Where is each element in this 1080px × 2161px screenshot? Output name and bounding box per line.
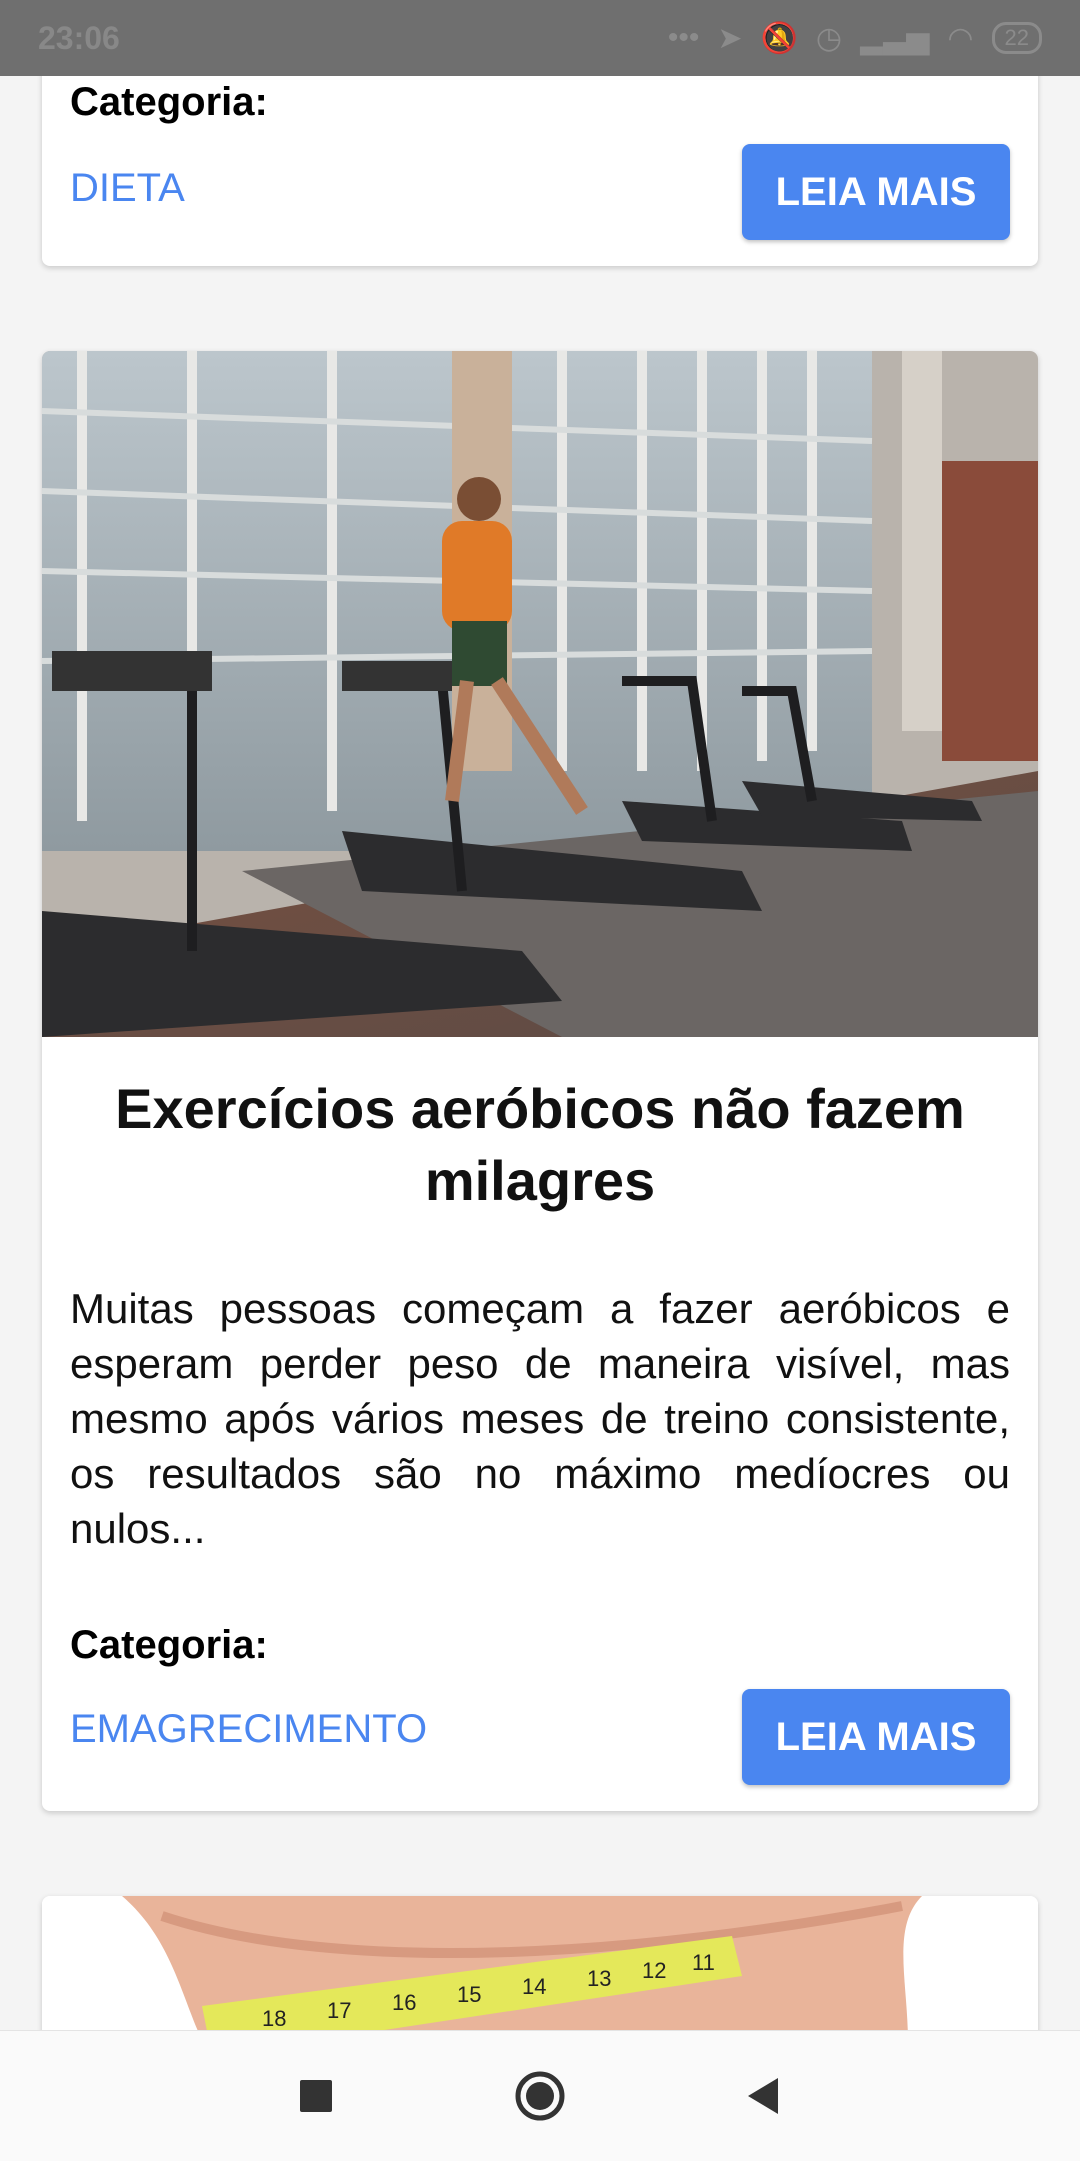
post-card: 18 17 16 15 14 13 12 11 <box>42 1896 1038 2030</box>
tape-number: 18 <box>262 2006 286 2030</box>
post-feed[interactable]: Categoria: DIETA LEIA MAIS Exercícios ae… <box>0 0 1080 2030</box>
category-label: Categoria: <box>70 80 268 124</box>
mute-icon: 🔕 <box>760 21 798 55</box>
treadmill-gym-image[interactable] <box>42 351 1038 1037</box>
recents-square-icon[interactable] <box>286 2066 346 2126</box>
navigation-bar <box>0 2030 1080 2161</box>
status-bar: 23:06 ••• ➤ 🔕 ◷ ▂▃▅ ◠ 22 <box>0 0 1080 76</box>
tape-number: 14 <box>522 1974 546 1999</box>
measuring-tape-image[interactable]: 18 17 16 15 14 13 12 11 <box>42 1896 1038 2030</box>
tape-number: 16 <box>392 1990 416 2015</box>
category-link[interactable]: EMAGRECIMENTO <box>70 1707 427 1752</box>
read-more-button[interactable]: LEIA MAIS <box>742 144 1010 240</box>
alarm-icon: ◷ <box>815 21 843 55</box>
tape-number: 13 <box>587 1966 611 1991</box>
read-more-button[interactable]: LEIA MAIS <box>742 1689 1010 1785</box>
tape-number: 17 <box>327 1998 351 2023</box>
tape-number: 11 <box>692 1950 715 1975</box>
post-title[interactable]: Exercícios aeróbicos não fazem milagres <box>102 1073 978 1217</box>
category-link[interactable]: DIETA <box>70 166 185 211</box>
status-icons: ••• ➤ 🔕 ◷ ▂▃▅ ◠ 22 <box>668 21 1042 56</box>
home-circle-icon[interactable] <box>510 2066 570 2126</box>
back-triangle-icon[interactable] <box>734 2066 794 2126</box>
wifi-icon: ◠ <box>947 21 974 55</box>
signal-icon: ▂▃▅ <box>860 21 930 55</box>
battery-icon: 22 <box>991 22 1042 54</box>
tape-number: 15 <box>457 1982 481 2007</box>
tape-number: 12 <box>642 1958 666 1983</box>
category-label: Categoria: <box>70 1623 268 1667</box>
post-card: Exercícios aeróbicos não fazem milagres … <box>42 351 1038 1811</box>
post-excerpt: Muitas pessoas começam a fazer aeróbicos… <box>70 1285 1010 1552</box>
status-time: 23:06 <box>38 19 120 56</box>
more-dots-icon: ••• <box>667 21 700 54</box>
location-icon: ➤ <box>717 21 743 55</box>
